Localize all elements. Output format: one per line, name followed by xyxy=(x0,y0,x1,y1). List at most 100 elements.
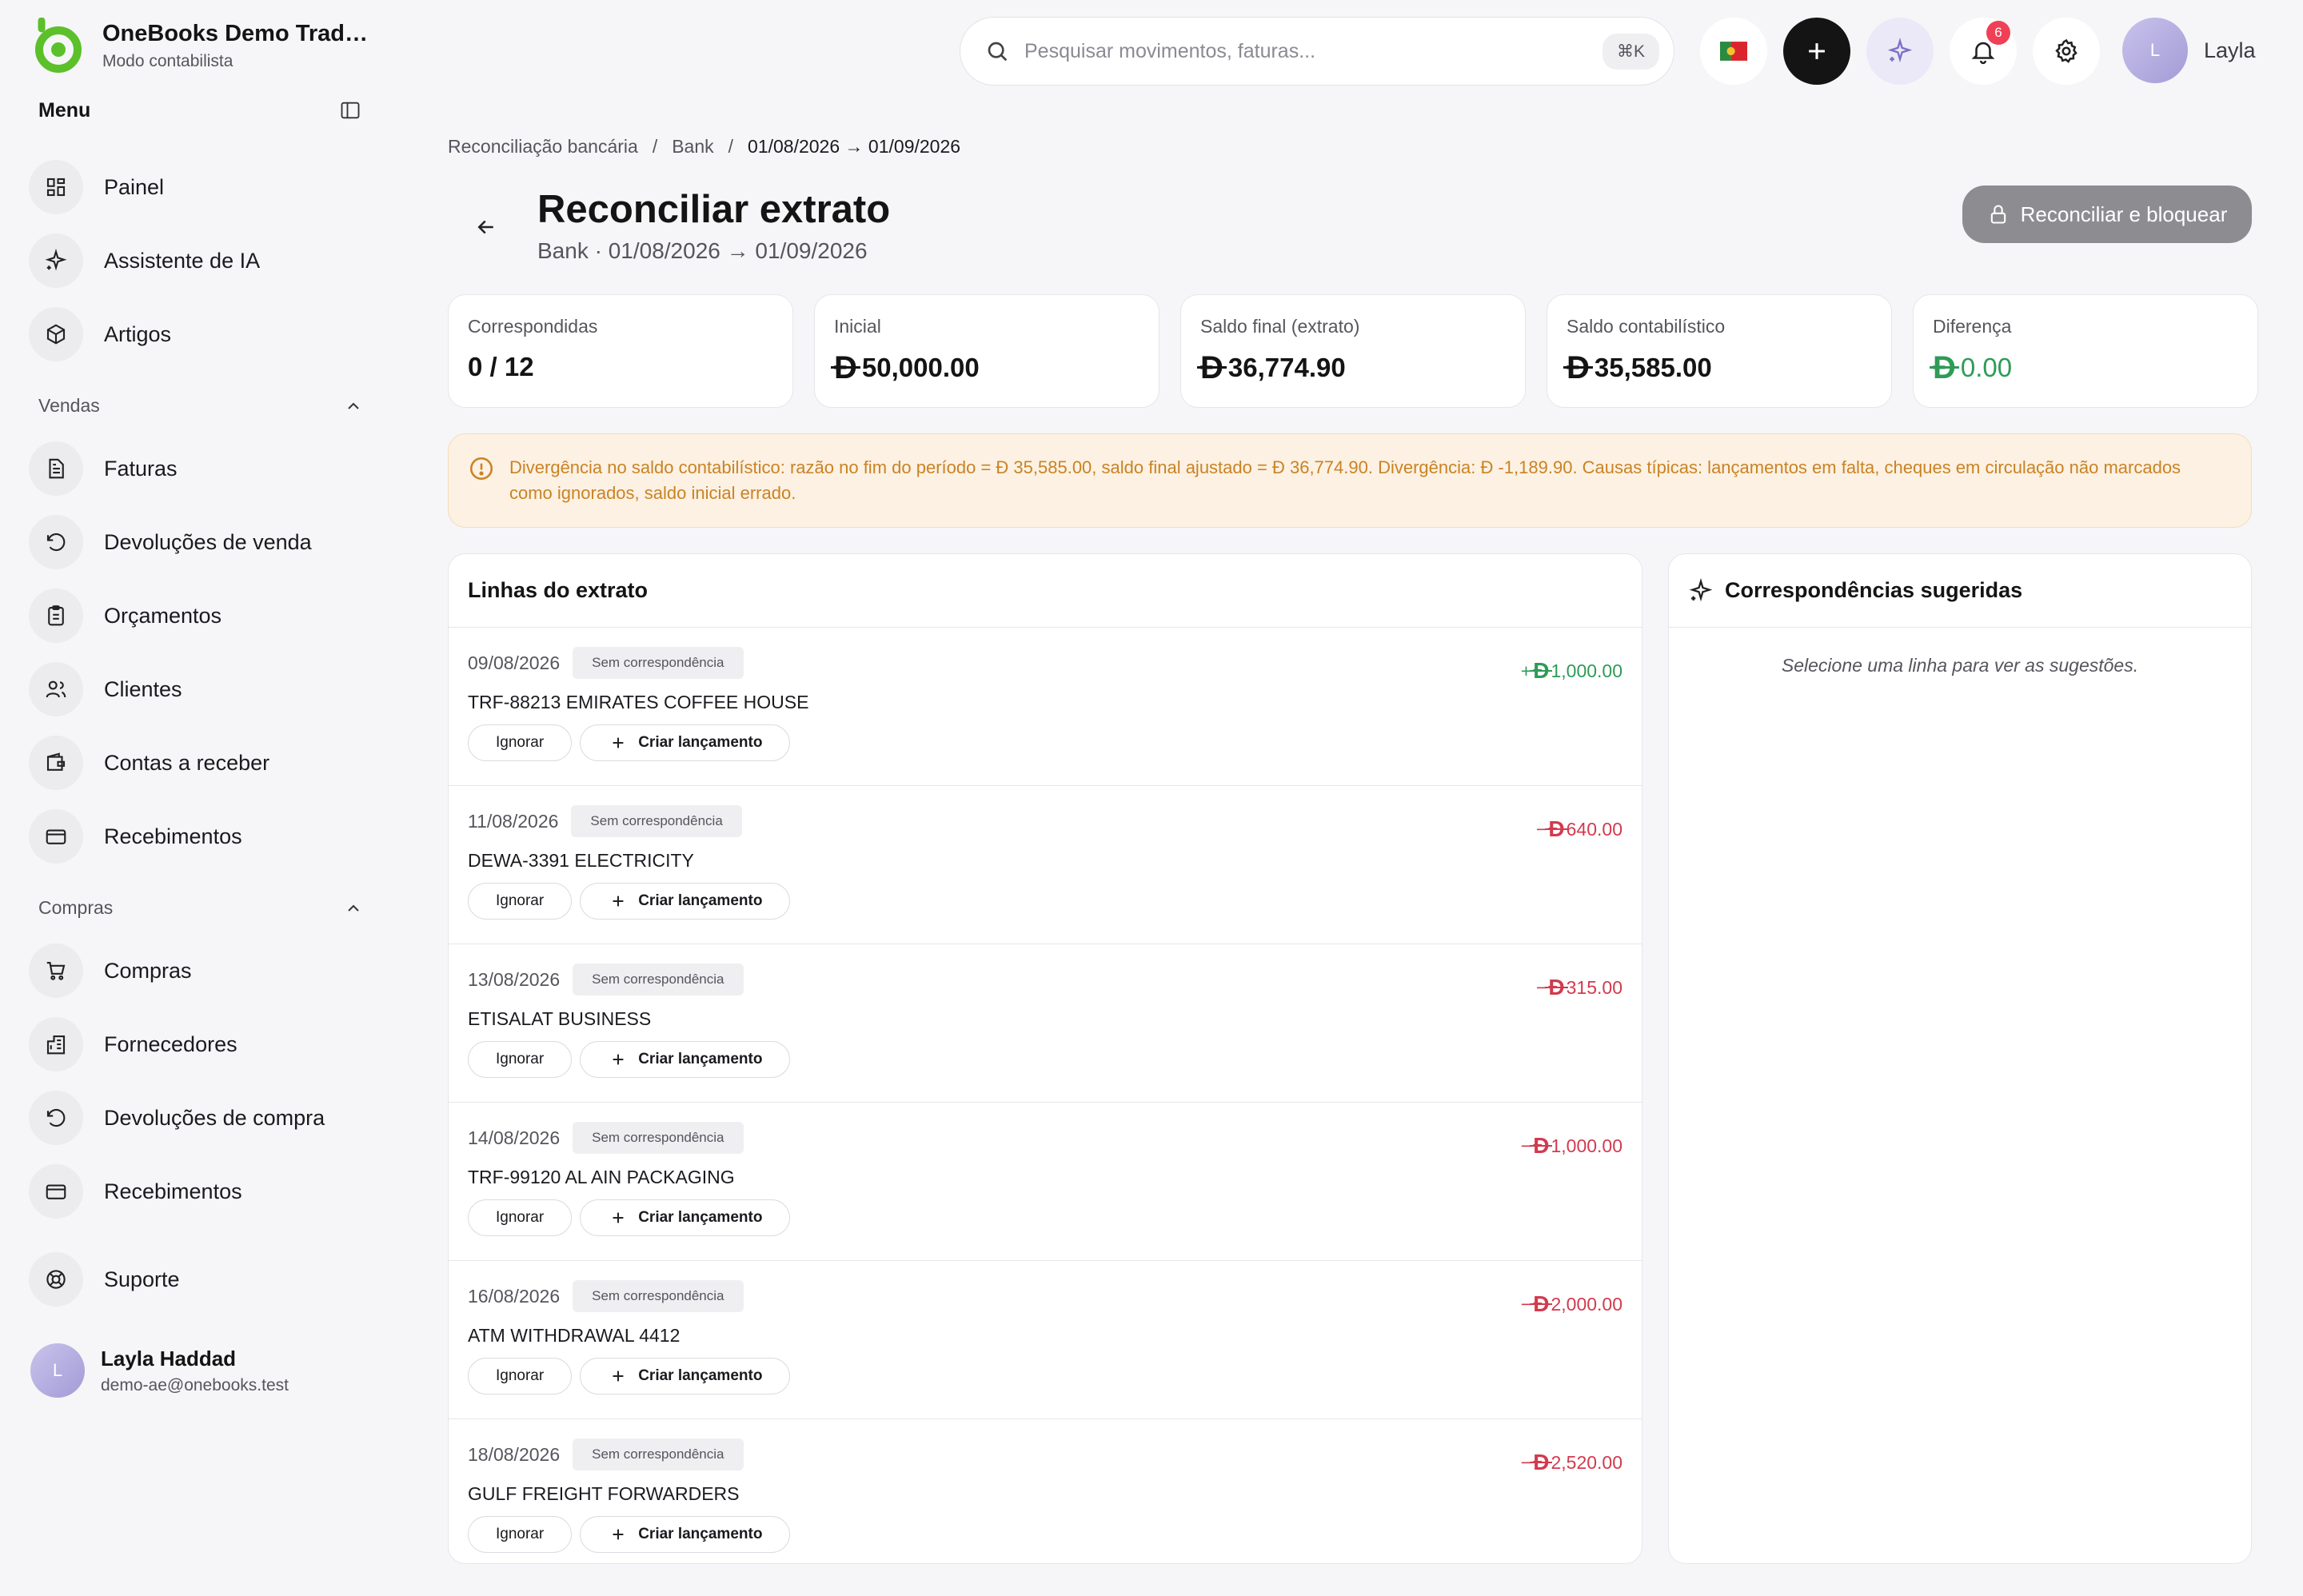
plus-icon xyxy=(613,1529,624,1540)
box-icon xyxy=(29,307,83,361)
sidebar-item-ai-assistant[interactable]: Assistente de IA xyxy=(29,232,260,289)
create-entry-button[interactable]: Criar lançamento xyxy=(580,724,791,761)
ignore-button[interactable]: Ignorar xyxy=(468,1199,573,1236)
currency-symbol: Đ xyxy=(1563,350,1593,385)
panel-header: Correspondências sugeridas xyxy=(1669,554,2251,628)
line-header: 18/08/2026 Sem correspondência xyxy=(468,1438,1622,1470)
brand[interactable]: OneBooks Demo Tradin... Modo contabilist… xyxy=(30,18,374,74)
plus-icon xyxy=(613,1212,624,1223)
sidebar-item-label: Assistente de IA xyxy=(104,248,261,273)
line-actions: Ignorar Criar lançamento xyxy=(468,1358,1622,1395)
statement-line[interactable]: 09/08/2026 Sem correspondência TRF-88213… xyxy=(449,628,1642,786)
statement-line[interactable]: 11/08/2026 Sem correspondência DEWA-3391… xyxy=(449,786,1642,944)
sidebar-item-recebimentos[interactable]: Recebimentos xyxy=(29,808,242,865)
ignore-button[interactable]: Ignorar xyxy=(468,1358,573,1395)
line-header: 11/08/2026 Sem correspondência xyxy=(468,805,1622,837)
sparkles-icon xyxy=(1689,577,1713,601)
sidebar-item-artigos[interactable]: Artigos xyxy=(29,305,171,363)
arrow-left-icon xyxy=(477,220,493,234)
stat-amount: 50,000.00 xyxy=(861,353,980,382)
sidebar-item-fornecedores[interactable]: Fornecedores xyxy=(29,1015,237,1073)
statement-line[interactable]: 14/08/2026 Sem correspondência TRF-99120… xyxy=(449,1103,1642,1261)
reconcile-and-lock-button[interactable]: Reconciliar e bloquear xyxy=(1962,186,2252,243)
amount-value: 1,000.00 xyxy=(1551,660,1622,681)
section-vendas-toggle[interactable]: Vendas xyxy=(38,395,363,417)
sidebar-item-label: Suporte xyxy=(104,1267,180,1291)
line-description: DEWA-3391 ELECTRICITY xyxy=(468,850,694,871)
create-entry-button[interactable]: Criar lançamento xyxy=(580,883,791,920)
currency-symbol: Đ xyxy=(1530,658,1553,683)
settings-button[interactable] xyxy=(2033,18,2100,85)
breadcrumb-link[interactable]: Bank xyxy=(672,136,713,158)
sidebar-item-devolucoes-venda[interactable]: Devoluções de venda xyxy=(29,513,312,571)
statement-line[interactable]: 13/08/2026 Sem correspondência ETISALAT … xyxy=(449,944,1642,1103)
line-header: 16/08/2026 Sem correspondência xyxy=(468,1280,1622,1312)
create-entry-button[interactable]: Criar lançamento xyxy=(580,1516,791,1553)
sidebar-item-label: Clientes xyxy=(104,676,182,701)
line-date: 11/08/2026 xyxy=(468,810,559,832)
sidebar-item-orcamentos[interactable]: Orçamentos xyxy=(29,587,222,644)
sidebar-item-devolucoes-compra[interactable]: Devoluções de compra xyxy=(29,1089,325,1147)
sidebar-item-painel[interactable]: Painel xyxy=(29,158,164,216)
stat-card-opening: Inicial Đ 50,000.00 xyxy=(814,294,1159,408)
line-amount: + Đ 1,000.00 xyxy=(1521,660,1622,682)
statement-line[interactable]: 18/08/2026 Sem correspondência GULF FREI… xyxy=(449,1419,1642,1563)
sidebar-item-contas-receber[interactable]: Contas a receber xyxy=(29,734,269,792)
line-header: 09/08/2026 Sem correspondência xyxy=(468,647,1622,679)
currency-symbol: Đ xyxy=(1545,975,1568,999)
plus-icon xyxy=(613,1054,624,1065)
sidebar-item-label: Orçamentos xyxy=(104,603,222,628)
panel-header: Linhas do extrato xyxy=(449,554,1642,628)
button-label: Criar lançamento xyxy=(638,1367,763,1384)
sidebar-toggle-icon[interactable] xyxy=(337,98,363,123)
create-entry-button[interactable]: Criar lançamento xyxy=(580,1041,791,1078)
button-label: Reconciliar e bloquear xyxy=(2020,201,2228,226)
card-icon xyxy=(29,809,83,864)
status-badge: Sem correspondência xyxy=(573,1280,744,1312)
button-label: Criar lançamento xyxy=(638,1209,763,1226)
menu-title: Menu xyxy=(38,98,91,122)
section-compras-toggle[interactable]: Compras xyxy=(38,897,363,919)
status-badge: Sem correspondência xyxy=(573,964,744,996)
language-button[interactable] xyxy=(1700,18,1767,85)
create-entry-button[interactable]: Criar lançamento xyxy=(580,1199,791,1236)
card-icon xyxy=(29,1164,83,1219)
search-bar[interactable]: Pesquisar movimentos, faturas... ⌘K xyxy=(960,17,1674,86)
ignore-button[interactable]: Ignorar xyxy=(468,724,573,761)
page-title: Reconciliar extrato xyxy=(537,188,891,231)
stat-card-difference: Diferença Đ 0.00 xyxy=(1913,294,2258,408)
company-mode: Modo contabilista xyxy=(102,51,233,70)
breadcrumb-link[interactable]: Reconciliação bancária xyxy=(448,136,638,158)
stat-value: Đ 0.00 xyxy=(1930,352,2238,384)
sidebar-item-label: Devoluções de venda xyxy=(104,529,312,554)
ignore-button[interactable]: Ignorar xyxy=(468,883,573,920)
back-button[interactable] xyxy=(465,206,507,248)
section-title: Compras xyxy=(38,897,114,918)
line-amount: − Đ 640.00 xyxy=(1536,818,1622,840)
status-badge: Sem correspondência xyxy=(573,647,744,679)
currency-symbol: Đ xyxy=(1545,816,1568,841)
sidebar-item-label: Devoluções de compra xyxy=(104,1105,325,1130)
statement-line[interactable]: 16/08/2026 Sem correspondência ATM WITHD… xyxy=(449,1261,1642,1419)
notifications-button[interactable]: 6 xyxy=(1950,18,2017,85)
breadcrumb-current: 01/08/2026 → 01/09/2026 xyxy=(748,136,961,157)
sidebar-item-faturas[interactable]: Faturas xyxy=(29,440,178,497)
user-menu[interactable]: L Layla xyxy=(2122,18,2256,83)
create-entry-button[interactable]: Criar lançamento xyxy=(580,1358,791,1395)
status-badge: Sem correspondência xyxy=(573,1122,744,1154)
sidebar-item-label: Fornecedores xyxy=(104,1031,237,1056)
line-date: 16/08/2026 xyxy=(468,1285,561,1307)
search-input[interactable]: Pesquisar movimentos, faturas... xyxy=(1024,40,1588,63)
quick-add-button[interactable] xyxy=(1783,18,1850,85)
sidebar-user-card[interactable]: L Layla Haddad demo-ae@onebooks.test xyxy=(30,1343,289,1398)
button-label: Criar lançamento xyxy=(638,734,763,751)
stat-card-matched: Correspondidas 0 / 12 xyxy=(448,294,793,408)
sidebar-item-recebimentos-compra[interactable]: Recebimentos xyxy=(29,1163,242,1220)
ignore-button[interactable]: Ignorar xyxy=(468,1041,573,1078)
user-name: Layla Haddad xyxy=(101,1346,237,1371)
ignore-button[interactable]: Ignorar xyxy=(468,1516,573,1553)
sidebar-item-suporte[interactable]: Suporte xyxy=(29,1251,180,1308)
sidebar-item-clientes[interactable]: Clientes xyxy=(29,660,182,718)
sidebar-item-compras[interactable]: Compras xyxy=(29,942,192,999)
ai-assistant-button[interactable] xyxy=(1866,18,1934,85)
